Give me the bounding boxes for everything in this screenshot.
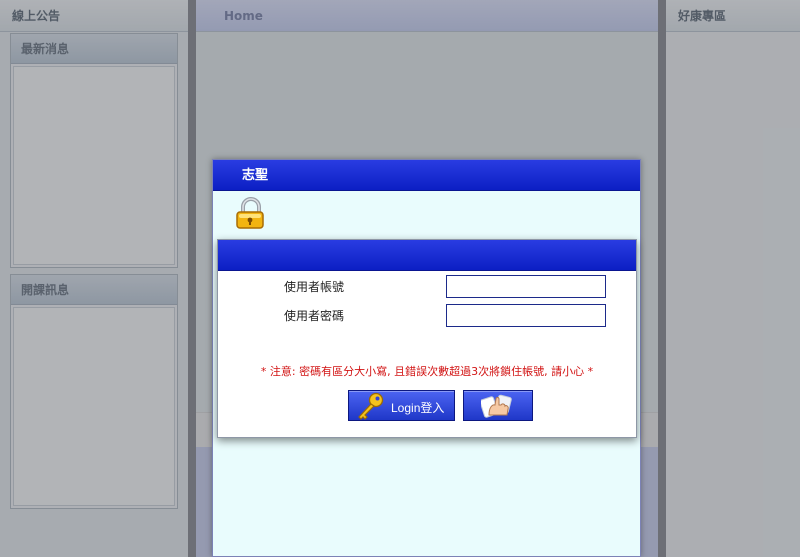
- login-button-label: Login登入: [391, 401, 445, 415]
- login-button[interactable]: Login登入: [348, 390, 455, 421]
- username-label: 使用者帳號: [284, 280, 345, 294]
- password-warning: * 注意: 密碼有區分大小寫, 且錯誤次數超過3次將鎖住帳號, 請小心 *: [260, 365, 594, 378]
- login-form: 使用者帳號 使用者密碼 * 注意: 密碼有區分大小寫, 且錯誤次數超過3次將鎖住…: [217, 239, 637, 438]
- password-label: 使用者密碼: [284, 309, 345, 323]
- key-icon: [358, 392, 384, 420]
- login-form-header: [218, 240, 636, 271]
- dialog-title: 志聖: [213, 160, 640, 191]
- username-input[interactable]: [446, 275, 606, 298]
- hand-pointer-icon: [481, 394, 512, 418]
- hand-button[interactable]: [463, 390, 533, 421]
- login-dialog: 志聖 使用者帳號 使用者密碼 * 注意: 密碼有區分大小寫, 且錯誤次數超過3次…: [212, 159, 641, 557]
- padlock-icon: [236, 197, 264, 229]
- password-input[interactable]: [446, 304, 606, 327]
